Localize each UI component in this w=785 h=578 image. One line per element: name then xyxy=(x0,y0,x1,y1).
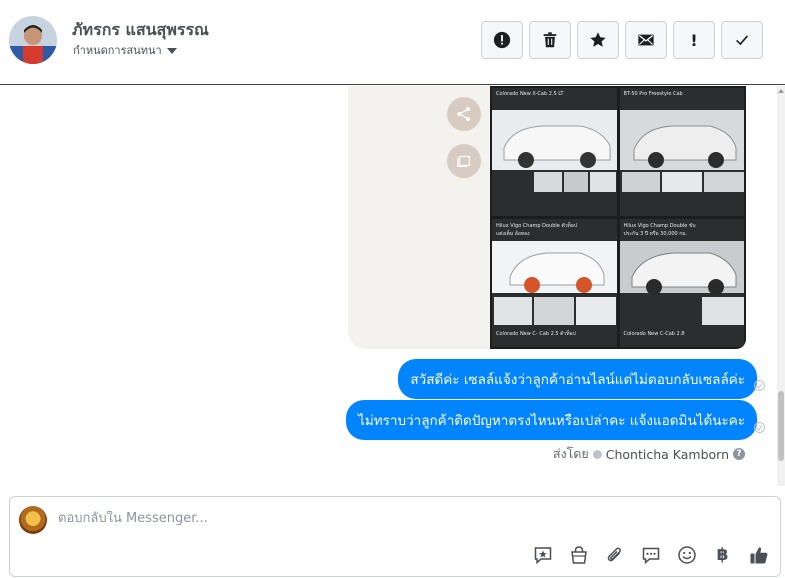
conversation-header: ภัทรกร แสนสุพรรณ กำหนดการสนทนา ! xyxy=(0,0,785,85)
share-icon xyxy=(457,106,471,122)
assign-conversation-dropdown[interactable]: กำหนดการสนทนา xyxy=(73,41,177,59)
page-avatar xyxy=(19,506,47,534)
message-thread: Colorado New X-Cab 2.5 LT BT-50 Pro Free… xyxy=(0,86,785,486)
scrollbar-thumb[interactable] xyxy=(778,391,784,461)
caret-down-icon xyxy=(166,47,177,54)
car-tile: BT-50 Pro Freestyle Cab xyxy=(619,88,744,216)
like-button[interactable] xyxy=(747,543,770,566)
car-tile: Hilux Vigo Champ Double ตัวท็อป แต่งเต็ม… xyxy=(492,219,617,347)
emoji-button[interactable] xyxy=(675,543,698,566)
mark-done-button[interactable] xyxy=(721,21,763,59)
expand-image-button[interactable] xyxy=(447,144,481,178)
delete-button[interactable] xyxy=(529,21,571,59)
composer-tools: ฿ xyxy=(531,543,770,566)
outgoing-message[interactable]: ไม่ทราบว่าลูกค้าติดปัญหาตรงไหนหรือเปล่าค… xyxy=(346,400,757,440)
follow-up-button[interactable]: ! xyxy=(673,21,715,59)
contact-name[interactable]: ภัทรกร แสนสุพรรณ xyxy=(72,18,209,43)
chat-bubble-icon xyxy=(642,547,659,564)
reply-composer: ฿ xyxy=(9,496,781,577)
share-image-button[interactable] xyxy=(447,97,481,131)
messenger-inbox: ภัทรกร แสนสุพรรณ กำหนดการสนทนา ! Colorad… xyxy=(0,0,785,578)
baht-icon: ฿ xyxy=(716,544,729,565)
mark-unread-button[interactable] xyxy=(625,21,667,59)
contact-avatar[interactable] xyxy=(9,16,57,64)
message-row: ไม่ทราบว่าลูกค้าติดปัญหาตรงไหนหรือเปล่าค… xyxy=(346,400,757,440)
paperclip-icon xyxy=(607,547,621,561)
envelope-icon xyxy=(638,34,654,46)
smiley-icon xyxy=(677,545,696,564)
car-listing-collage: Colorado New X-Cab 2.5 LT BT-50 Pro Free… xyxy=(490,86,746,349)
thumbs-up-icon xyxy=(750,546,767,563)
help-icon[interactable]: ? xyxy=(733,448,745,460)
outgoing-message[interactable]: สวัสดีค่ะ เซลล์แจ้งว่าลูกค้าอ่านไลน์แต่ไ… xyxy=(398,359,757,399)
payment-button[interactable]: ฿ xyxy=(711,543,734,566)
sent-by-info: ส่งโดย Chonticha Kamborn ? xyxy=(553,444,745,464)
reply-input[interactable] xyxy=(58,511,658,526)
car-tile: Colorado New X-Cab 2.5 LT xyxy=(492,88,617,216)
shared-image-attachment[interactable]: Colorado New X-Cab 2.5 LT BT-50 Pro Free… xyxy=(348,86,746,349)
sent-by-label: ส่งโดย xyxy=(552,446,589,461)
gallery-icon xyxy=(457,155,471,167)
alert-circle-icon xyxy=(493,31,511,49)
check-circle-icon xyxy=(592,449,602,459)
shopping-bag-icon xyxy=(570,545,587,564)
chat-extensions-button[interactable] xyxy=(639,543,662,566)
car-tile: Hilux Vigo Champ Double ขับ ประกัน 3 ปี … xyxy=(619,219,744,347)
scroll-up-arrow-icon[interactable] xyxy=(778,89,784,93)
agent-name: Chonticha Kamborn xyxy=(605,446,729,462)
seen-check-icon xyxy=(754,422,765,433)
thread-scrollbar[interactable] xyxy=(777,86,785,486)
message-row: สวัสดีค่ะ เซลล์แจ้งว่าลูกค้าอ่านไลน์แต่ไ… xyxy=(398,359,757,399)
car-caption: Colorado New C- Cab 2.5 ตัวท็อป xyxy=(496,331,576,337)
attach-file-button[interactable] xyxy=(603,543,626,566)
saved-replies-button[interactable] xyxy=(531,543,554,566)
star-icon xyxy=(590,32,606,47)
report-button[interactable] xyxy=(481,21,523,59)
trash-icon xyxy=(543,32,557,48)
car-caption: Colorado New C-Cab 2.8 xyxy=(623,331,685,337)
star-button[interactable] xyxy=(577,21,619,59)
exclamation-icon: ! xyxy=(690,30,698,50)
saved-reply-icon xyxy=(534,546,551,564)
shop-button[interactable] xyxy=(567,543,590,566)
check-icon xyxy=(736,35,749,46)
header-actions: ! xyxy=(481,21,763,59)
seen-check-icon xyxy=(754,380,765,391)
assign-label: กำหนดการสนทนา xyxy=(73,44,162,57)
